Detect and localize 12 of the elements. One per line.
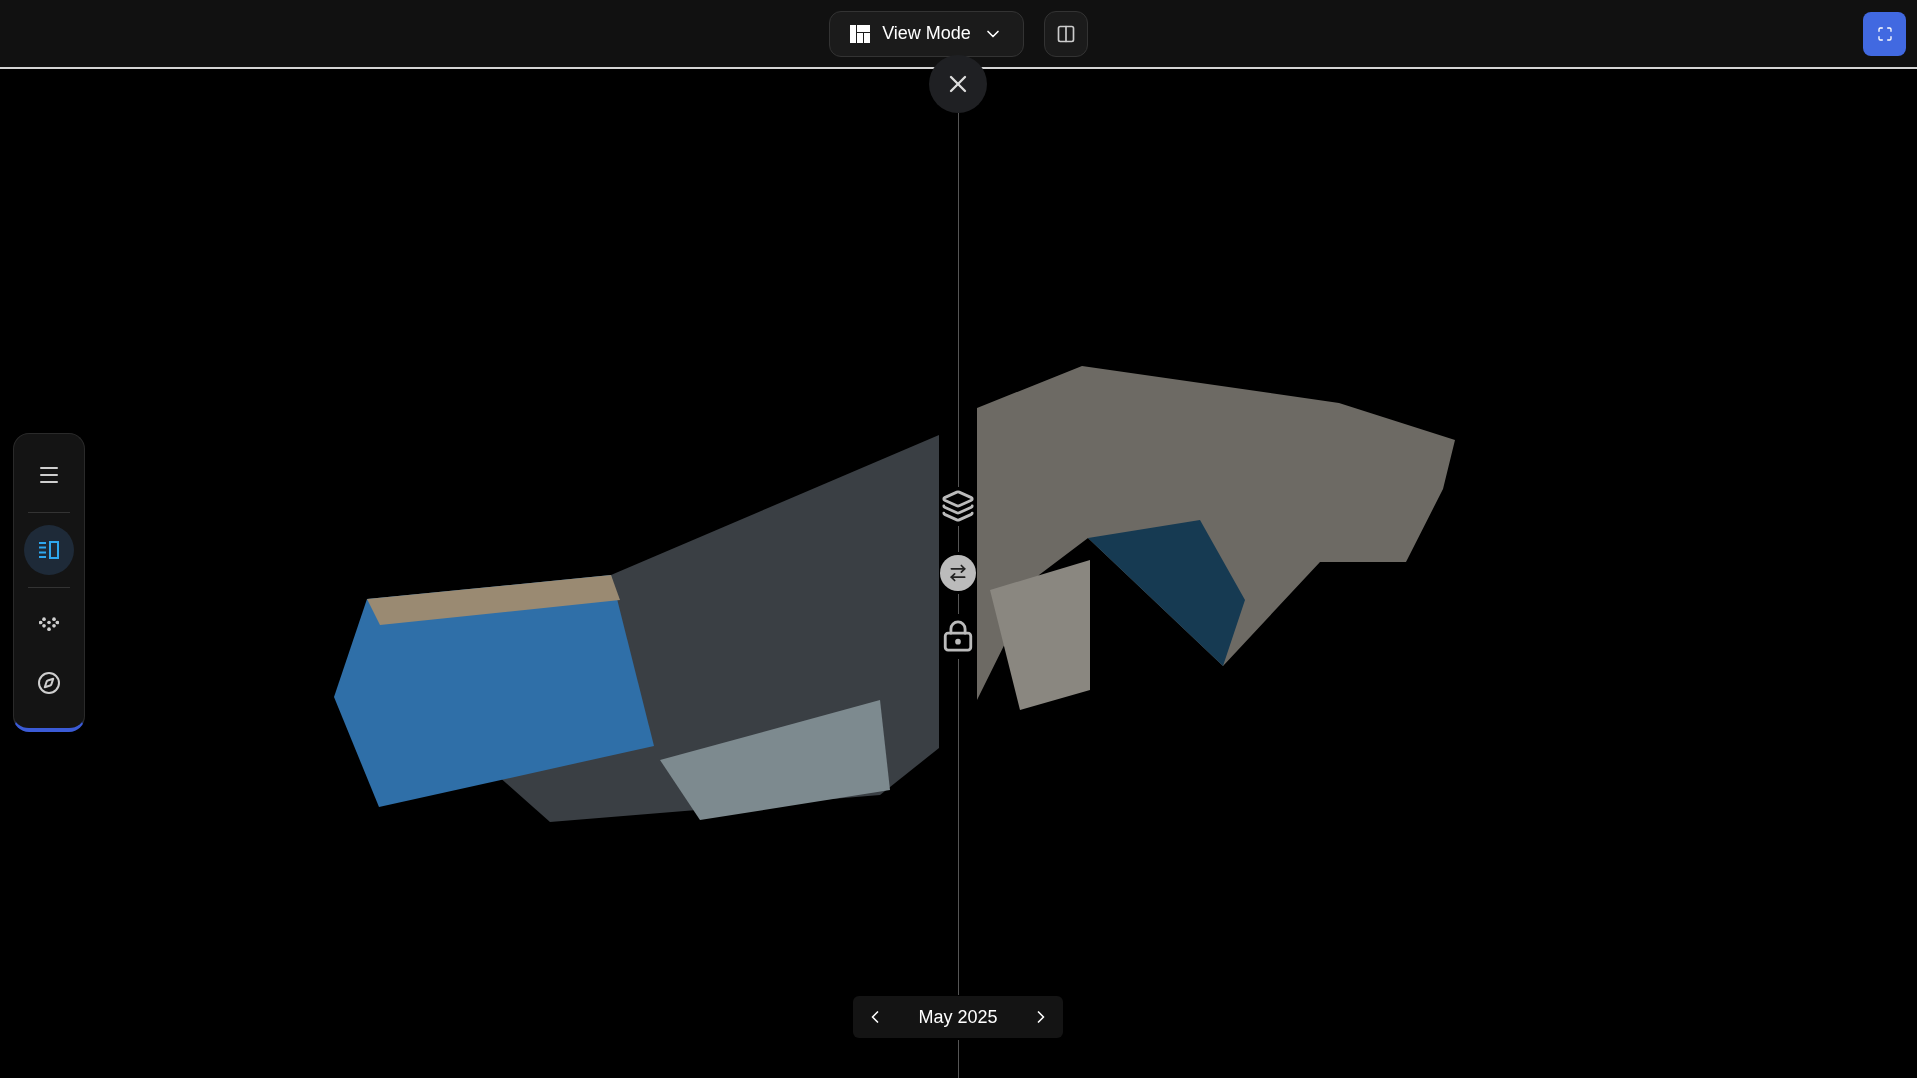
split-view-icon — [1055, 23, 1076, 44]
list-panel-icon — [37, 538, 61, 562]
layers-icon[interactable] — [941, 489, 975, 523]
swap-icon — [948, 563, 968, 583]
split-view-button[interactable] — [1043, 10, 1088, 57]
compass-icon — [37, 671, 61, 695]
fullscreen-button[interactable] — [1863, 11, 1906, 56]
date-label: May 2025 — [918, 1005, 998, 1029]
view-mode-dropdown[interactable]: View Mode — [829, 10, 1024, 57]
sidebar-button[interactable] — [24, 525, 74, 575]
fullscreen-icon — [1876, 25, 1893, 42]
layout-icon — [850, 24, 871, 43]
